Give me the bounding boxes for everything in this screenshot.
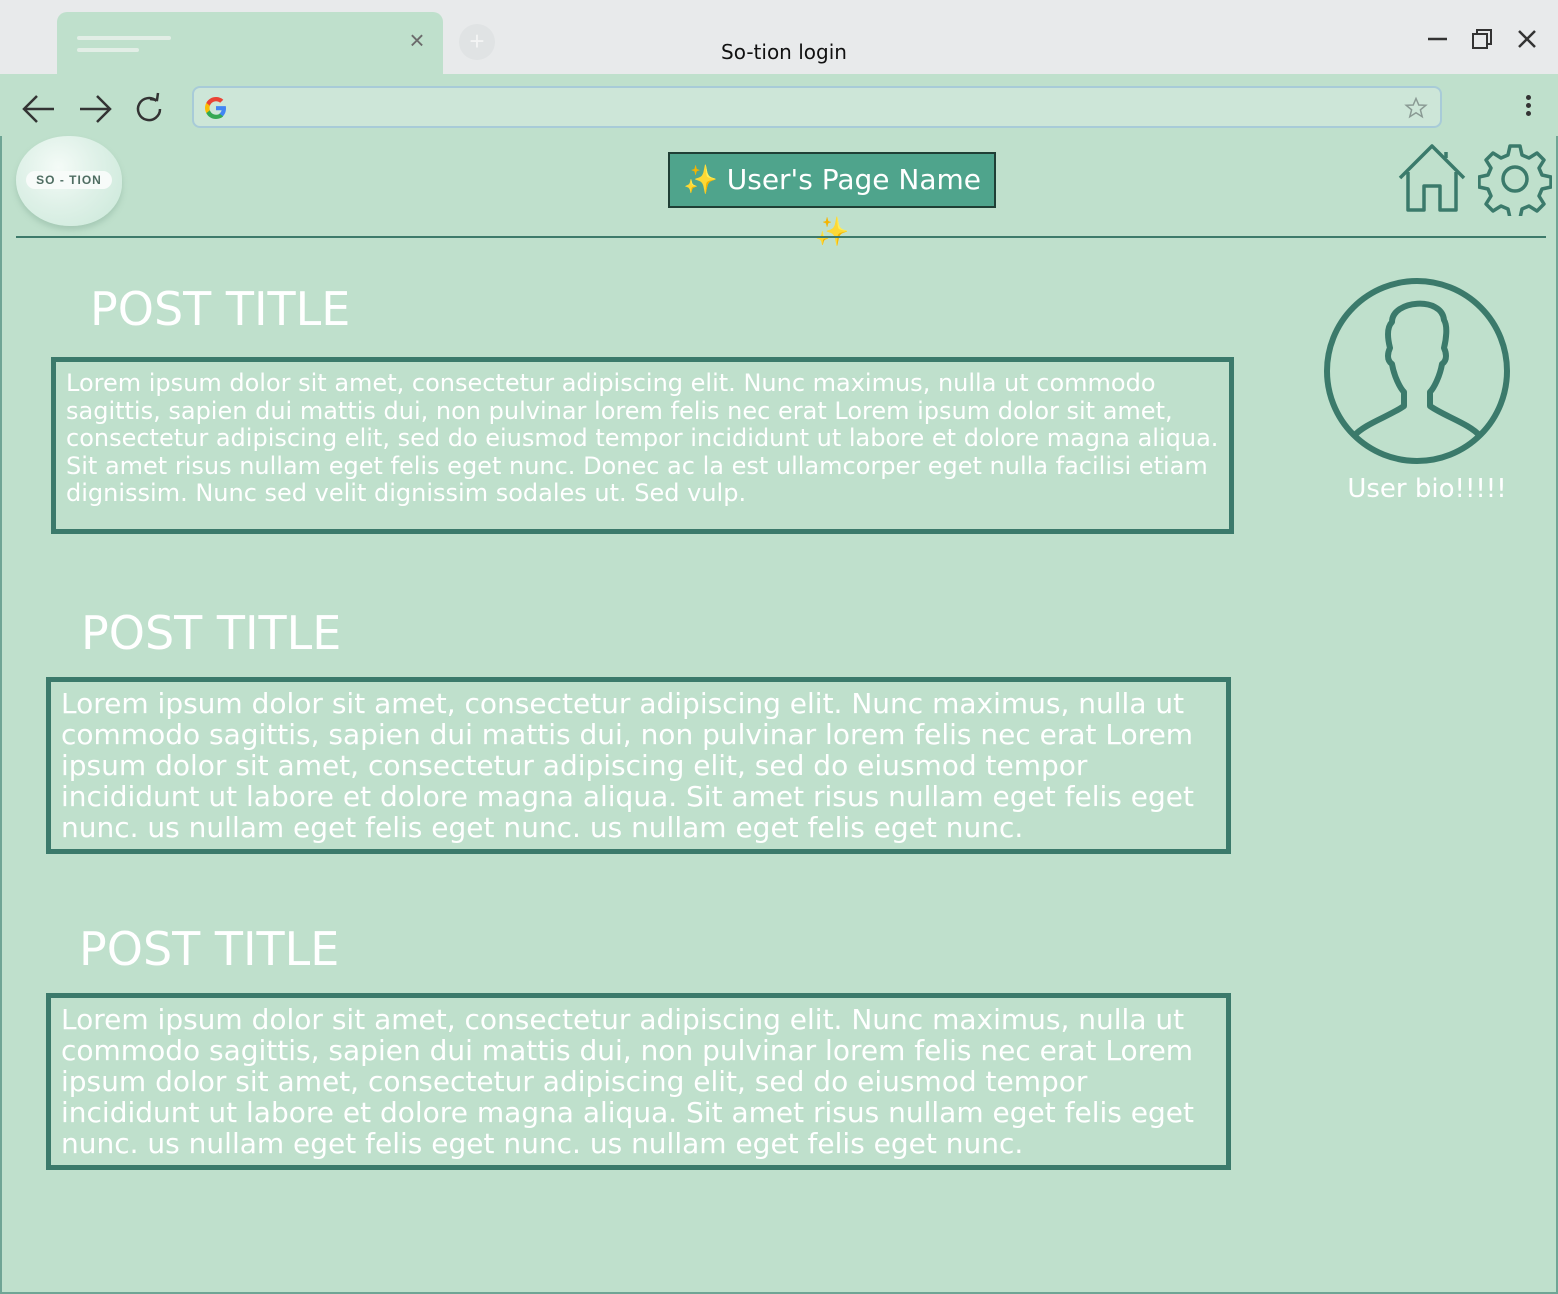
close-icon bbox=[1518, 30, 1536, 48]
gear-icon[interactable] bbox=[1478, 142, 1552, 216]
reload-button[interactable] bbox=[130, 90, 168, 128]
back-arrow-icon bbox=[22, 95, 54, 123]
address-bar[interactable] bbox=[192, 86, 1442, 128]
post-body: Lorem ipsum dolor sit amet, consectetur … bbox=[46, 677, 1231, 854]
post-body: Lorem ipsum dolor sit amet, consectetur … bbox=[46, 993, 1231, 1170]
browser-window: × + So-tion login SO - TION ✨ User's Pag… bbox=[0, 0, 1558, 1294]
tab-bar: × + So-tion login bbox=[0, 0, 1558, 74]
back-button[interactable] bbox=[20, 90, 58, 128]
google-icon bbox=[205, 97, 226, 119]
browser-tab[interactable]: × bbox=[57, 12, 443, 74]
page-content: SO - TION ✨ User's Page Name ✨ POST TITL… bbox=[0, 136, 1558, 1294]
user-avatar-icon[interactable] bbox=[1320, 274, 1514, 468]
logo-text: SO - TION bbox=[26, 171, 112, 189]
page-name-banner: ✨ User's Page Name ✨ bbox=[668, 152, 996, 248]
post-title: POST TITLE bbox=[81, 606, 342, 660]
post-title: POST TITLE bbox=[90, 282, 351, 336]
restore-icon bbox=[1472, 29, 1492, 49]
reload-icon bbox=[136, 92, 162, 122]
window-title: So-tion login bbox=[721, 40, 847, 64]
post-title: POST TITLE bbox=[79, 922, 340, 976]
kebab-menu-icon[interactable] bbox=[1516, 92, 1540, 122]
home-icon[interactable] bbox=[1396, 140, 1468, 214]
forward-button[interactable] bbox=[76, 90, 114, 128]
header-divider bbox=[16, 236, 1546, 238]
so-tion-logo[interactable]: SO - TION bbox=[16, 136, 122, 226]
post-body: Lorem ipsum dolor sit amet, consectetur … bbox=[51, 357, 1234, 534]
user-bio: User bio!!!!! bbox=[1347, 474, 1507, 504]
minimize-button[interactable] bbox=[1420, 22, 1454, 56]
tab-close-button[interactable]: × bbox=[403, 26, 431, 54]
browser-toolbar bbox=[0, 74, 1558, 136]
close-window-button[interactable] bbox=[1510, 22, 1544, 56]
forward-arrow-icon bbox=[80, 95, 112, 123]
maximize-button[interactable] bbox=[1465, 22, 1499, 56]
star-icon[interactable] bbox=[1404, 96, 1428, 120]
new-tab-button[interactable]: + bbox=[459, 24, 495, 60]
minimize-icon bbox=[1428, 37, 1447, 41]
